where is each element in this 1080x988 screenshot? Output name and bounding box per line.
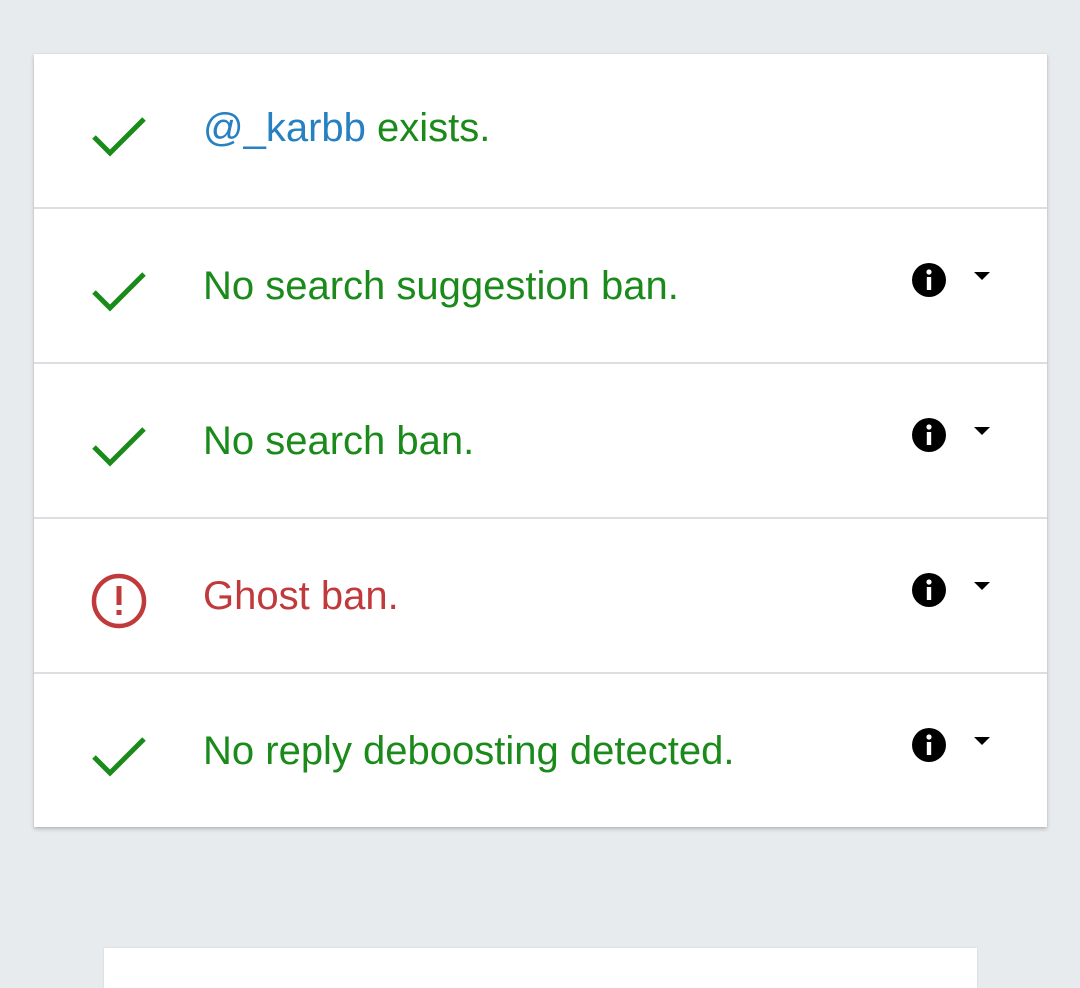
- chevron-down-icon[interactable]: [972, 735, 992, 747]
- result-text: No search ban.: [203, 418, 475, 463]
- results-card: @_karbb exists. No search suggestion ban…: [34, 54, 1047, 827]
- chevron-down-icon[interactable]: [972, 580, 992, 592]
- check-icon: [90, 417, 148, 475]
- result-text: Ghost ban.: [203, 573, 399, 618]
- chevron-down-icon[interactable]: [972, 270, 992, 282]
- result-row-reply-deboosting[interactable]: No reply deboosting detected.: [34, 674, 1047, 827]
- result-row-ghost-ban[interactable]: Ghost ban.: [34, 519, 1047, 674]
- check-icon: [90, 107, 148, 165]
- info-icon[interactable]: [911, 727, 947, 763]
- info-icon[interactable]: [911, 572, 947, 608]
- check-icon: [90, 262, 148, 320]
- result-row-search-ban[interactable]: No search ban.: [34, 364, 1047, 519]
- exists-label: exists.: [365, 105, 491, 150]
- result-row-search-suggestion[interactable]: No search suggestion ban.: [34, 209, 1047, 364]
- info-icon[interactable]: [911, 417, 947, 453]
- alert-circle-icon: [90, 572, 148, 630]
- result-text: @_karbb exists.: [203, 104, 490, 152]
- chevron-down-icon[interactable]: [972, 425, 992, 437]
- result-row-exists: @_karbb exists.: [34, 54, 1047, 209]
- user-handle-link[interactable]: @_karbb: [203, 106, 366, 150]
- result-text: No search suggestion ban.: [203, 263, 679, 308]
- check-icon: [90, 727, 148, 785]
- secondary-card: [104, 948, 977, 988]
- result-text: No reply deboosting detected.: [203, 728, 735, 773]
- info-icon[interactable]: [911, 262, 947, 298]
